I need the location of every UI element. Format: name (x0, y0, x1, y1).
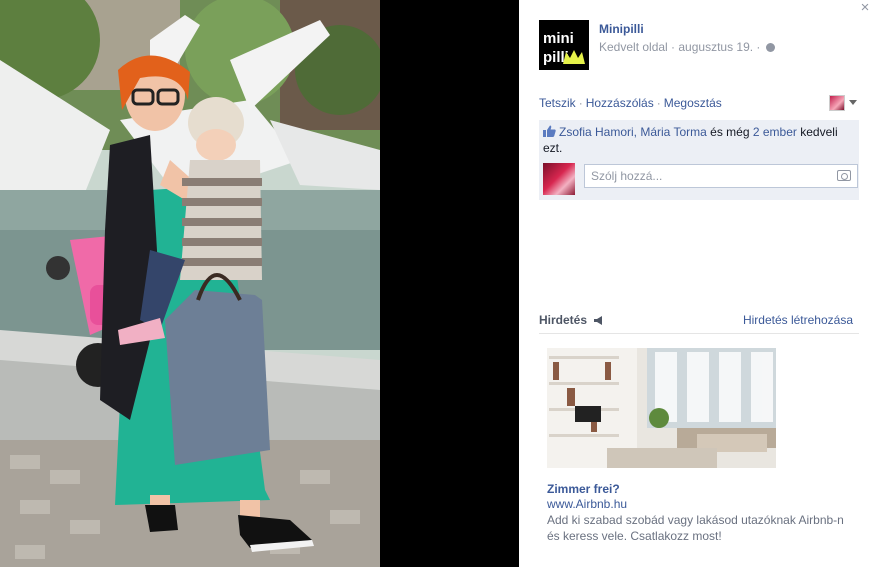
separator: · (578, 96, 583, 110)
ufi-actions: Tetszik · Hozzászólás · Megosztás (539, 95, 859, 112)
minipilli-logo: mini pilli (539, 20, 589, 70)
ad-title-link[interactable]: Zimmer frei? (547, 482, 620, 496)
photo-side-panel: × mini pilli Minipilli Kedvelt oldal · a… (519, 0, 876, 567)
chevron-down-icon (849, 100, 857, 105)
logo-top-text: mini (543, 30, 574, 47)
page-avatar[interactable]: mini pilli (539, 20, 589, 70)
page-meta-text: Kedvelt oldal · augusztus 19. · (599, 40, 761, 54)
ad-description: Add ki szabad szobád vagy lakásod utazók… (547, 513, 844, 543)
comment-input[interactable]: Szólj hozzá... (584, 164, 858, 188)
globe-icon[interactable] (765, 43, 775, 52)
likes-and-more: és még (710, 125, 750, 139)
create-ad-link[interactable]: Hirdetés létrehozása (743, 313, 853, 327)
close-icon[interactable]: × (858, 0, 872, 16)
actor-thumbnail (829, 95, 845, 111)
ad-url-link[interactable]: www.Airbnb.hu (547, 497, 627, 511)
others-link[interactable]: 2 ember (753, 125, 797, 139)
ufi-box: Zsofia Hamori, Mária Torma és még 2 embe… (539, 120, 859, 200)
share-as-selector[interactable] (829, 95, 859, 111)
page-name-link[interactable]: Minipilli (599, 22, 644, 36)
page-header: mini pilli Minipilli Kedvelt oldal · aug… (539, 20, 859, 70)
avatar[interactable] (543, 163, 575, 195)
photo-stage (0, 0, 519, 567)
comment-composer: Szólj hozzá... (543, 163, 858, 196)
page-meta: Kedvelt oldal · augusztus 19. · (599, 40, 775, 54)
likers-link[interactable]: Zsofia Hamori, Mária Torma (559, 125, 707, 139)
separator: · (656, 96, 661, 110)
share-link[interactable]: Megosztás (664, 96, 722, 110)
photo[interactable] (0, 0, 380, 567)
ads-header: Hirdetés Hirdetés létrehozása (539, 312, 859, 334)
comment-link[interactable]: Hozzászólás (586, 96, 654, 110)
ads-title: Hirdetés (539, 313, 604, 327)
ad-image[interactable] (547, 348, 776, 468)
camera-icon[interactable] (837, 170, 851, 181)
thumbs-up-icon (543, 125, 556, 137)
living-room-photo (547, 348, 776, 468)
like-link[interactable]: Tetszik (539, 96, 576, 110)
megaphone-icon (594, 316, 603, 325)
comment-placeholder: Szólj hozzá... (591, 169, 663, 183)
photo-of-mother-and-child (0, 0, 380, 567)
ads-heading: Hirdetés (539, 313, 588, 327)
like-sentence: Zsofia Hamori, Mária Torma és még 2 embe… (543, 124, 855, 156)
